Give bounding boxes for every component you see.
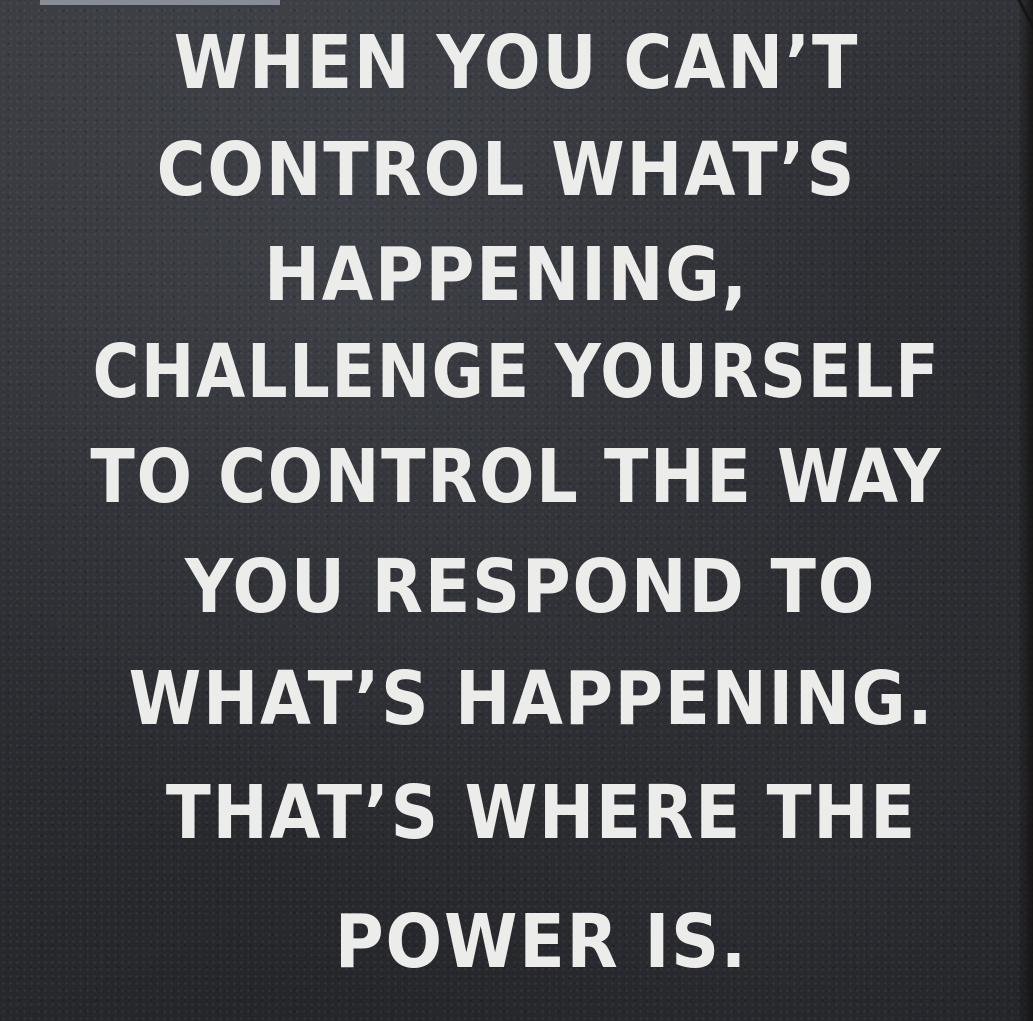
quote-line-8: THAT’S WHERE THE: [165, 770, 918, 856]
quote-line-4: CHALLENGE YOURSELF: [92, 329, 941, 415]
quote-text: WHEN YOU CAN’T CONTROL WHAT’S HAPPENING,…: [0, 0, 1033, 1021]
quote-line-7: WHAT’S HAPPENING.: [128, 656, 935, 742]
quote-line-9: POWER IS.: [334, 899, 749, 985]
quote-line-3: HAPPENING,: [264, 232, 749, 318]
quote-line-5: TO CONTROL THE WAY: [90, 434, 943, 520]
quote-line-6: YOU RESPOND TO: [184, 544, 877, 630]
chalkboard-sign: WHEN YOU CAN’T CONTROL WHAT’S HAPPENING,…: [0, 0, 1033, 1021]
quote-line-1: WHEN YOU CAN’T: [173, 20, 860, 106]
quote-line-2: CONTROL WHAT’S: [156, 127, 857, 213]
